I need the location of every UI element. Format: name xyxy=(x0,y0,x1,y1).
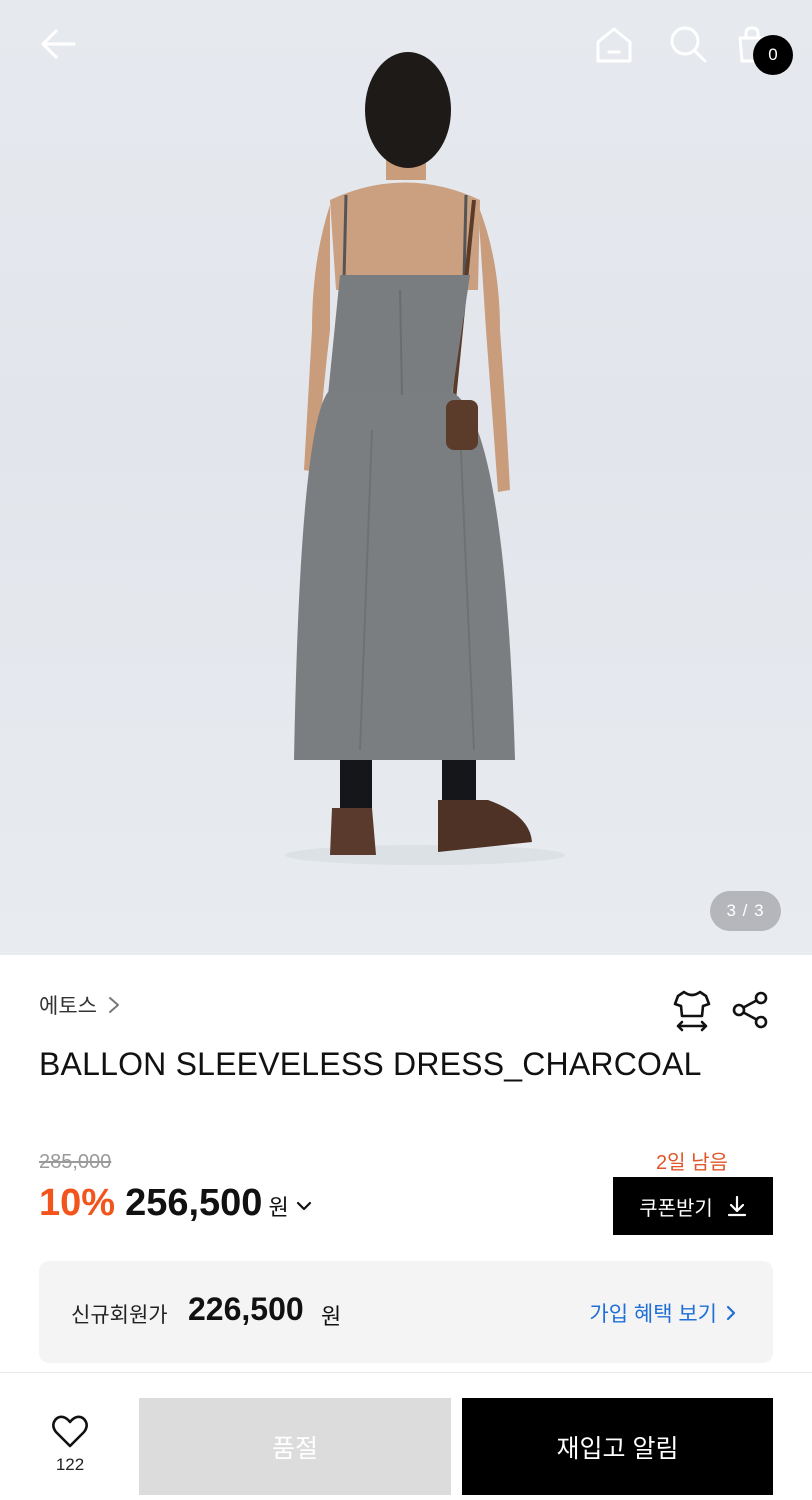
top-navigation-bar: 0 xyxy=(0,0,812,90)
like-button[interactable]: 122 xyxy=(40,1415,100,1485)
restock-alert-button[interactable]: 재입고 알림 xyxy=(462,1398,773,1495)
new-member-price: 226,500 xyxy=(188,1291,304,1327)
chevron-right-icon xyxy=(108,997,119,1013)
product-photo xyxy=(285,52,565,865)
new-member-price-box: 신규회원가 226,500 원 가입 혜택 보기 xyxy=(39,1261,773,1363)
new-member-label: 신규회원가 xyxy=(71,1304,168,1327)
download-icon xyxy=(727,1195,746,1217)
currency-unit: 원 xyxy=(268,1195,289,1220)
chevron-down-icon xyxy=(296,1201,311,1210)
search-icon xyxy=(670,26,707,63)
coupon-days-left: 2일 남음 xyxy=(656,1152,728,1174)
home-icon xyxy=(596,27,632,63)
share-icon xyxy=(732,991,768,1029)
back-button[interactable] xyxy=(36,22,80,66)
sale-price: 256,500 xyxy=(125,1182,263,1224)
sale-price-row[interactable]: 10% 256,500 원 xyxy=(39,1182,313,1225)
brand-name: 에토스 xyxy=(39,995,97,1018)
arrow-left-icon xyxy=(41,29,76,59)
soldout-button: 품절 xyxy=(139,1398,451,1495)
product-image-gallery[interactable]: 0 3 / 3 xyxy=(0,0,812,955)
new-member-currency: 원 xyxy=(321,1304,342,1329)
discount-rate: 10% xyxy=(39,1182,116,1224)
cart-count-badge: 0 xyxy=(753,35,793,75)
gallery-page-indicator: 3 / 3 xyxy=(710,891,781,931)
original-price: 285,000 xyxy=(39,1151,112,1173)
product-title: BALLON SLEEVELESS DRESS_CHARCOAL xyxy=(39,1046,702,1082)
coupon-button-label: 쿠폰받기 xyxy=(639,1197,713,1220)
share-button[interactable] xyxy=(730,990,770,1030)
divider xyxy=(0,1372,812,1373)
size-guide-button[interactable] xyxy=(670,988,714,1032)
like-count: 122 xyxy=(55,1455,85,1474)
search-button[interactable] xyxy=(666,22,710,66)
chevron-right-icon xyxy=(726,1305,736,1321)
join-benefits-label: 가입 혜택 보기 xyxy=(589,1303,717,1326)
join-benefits-link[interactable]: 가입 혜택 보기 xyxy=(589,1298,737,1328)
heart-icon xyxy=(52,1415,88,1448)
coupon-download-button[interactable]: 쿠폰받기 xyxy=(613,1177,773,1235)
size-guide-icon xyxy=(673,990,711,1032)
brand-link[interactable]: 에토스 xyxy=(39,990,121,1020)
home-button[interactable] xyxy=(592,22,636,66)
